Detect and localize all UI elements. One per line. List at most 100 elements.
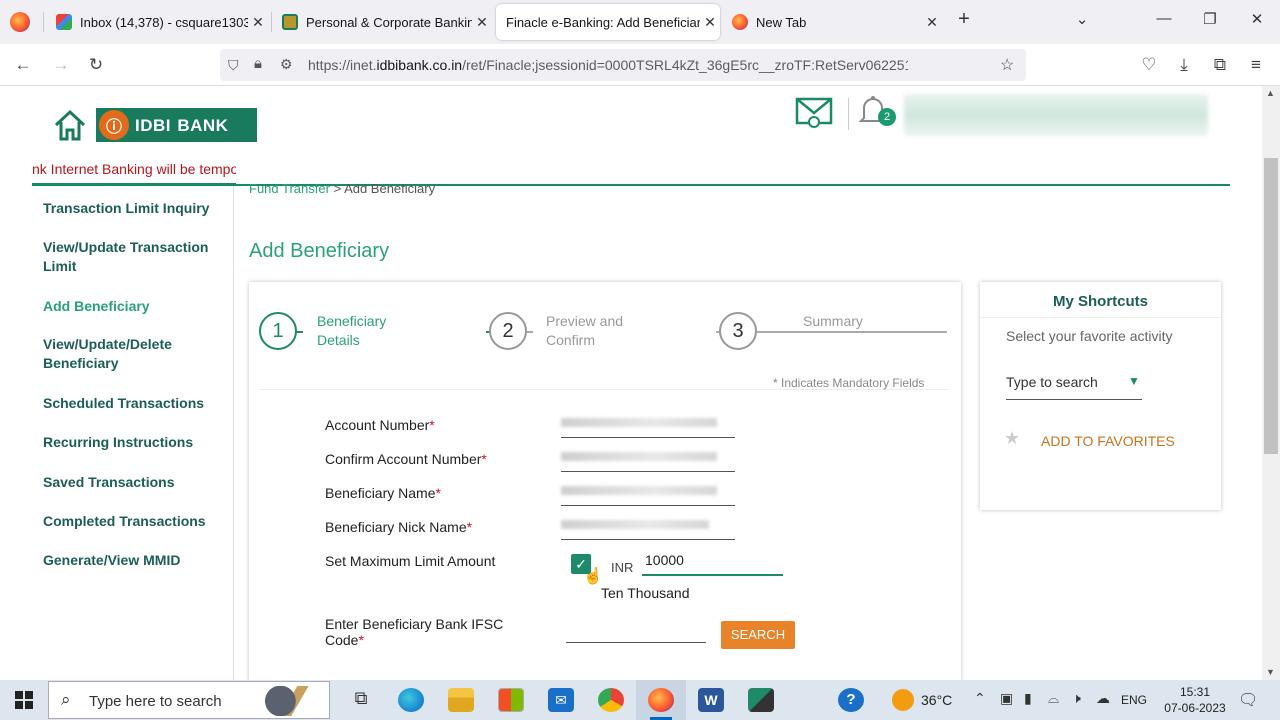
close-tab-icon[interactable]: ✕ [248, 14, 268, 31]
onedrive-icon[interactable]: ☁ [1096, 690, 1110, 707]
confirm-account-number-label: Confirm Account Number* [325, 451, 487, 467]
shortcut-search-select[interactable]: Type to search ▼ [1006, 370, 1142, 400]
window-close-icon[interactable]: ✕ [1245, 10, 1269, 28]
tab-bank[interactable]: Personal & Corporate Banking | ✕ [274, 4, 492, 40]
windows-start-icon[interactable] [15, 691, 33, 714]
taskbar-search-box[interactable]: ⌕ Type here to search [48, 681, 330, 719]
chrome-icon[interactable] [598, 688, 624, 712]
restore-icon[interactable]: ❐ [1198, 10, 1222, 28]
sidebar-item-update-transaction-limit[interactable]: View/Update Transaction Limit [43, 238, 228, 276]
volume-icon[interactable]: 🕨︎ [1072, 690, 1081, 707]
clock-date: 07-06-2023 [1164, 701, 1226, 715]
menu-hamburger-icon[interactable]: ≡ [1245, 55, 1267, 75]
notification-bell-icon[interactable]: 2 [858, 94, 898, 132]
show-hidden-icons-chevron-icon[interactable]: ⌃ [974, 690, 986, 707]
sidebar-item-completed-transactions[interactable]: Completed Transactions [43, 512, 228, 531]
page-title: Add Beneficiary [249, 240, 390, 262]
url-text: https://inet.idbibank.co.in/ret/Finacle;… [308, 57, 908, 73]
ifsc-code-field[interactable] [566, 617, 706, 643]
store-icon[interactable] [498, 688, 524, 712]
home-icon[interactable] [52, 107, 88, 148]
list-tabs-chevron-icon[interactable]: ⌄ [1070, 10, 1094, 28]
step-3-label: Summary [803, 313, 863, 329]
mail-icon[interactable] [795, 96, 833, 133]
user-info-redacted [904, 94, 1208, 136]
reload-icon[interactable]: ↻ [85, 55, 107, 75]
firefox-taskbar-icon[interactable] [648, 688, 674, 712]
sidebar-item-saved-transactions[interactable]: Saved Transactions [43, 473, 228, 492]
firefox-menu-icon[interactable] [10, 12, 30, 32]
meet-now-icon[interactable]: ▣ [1000, 690, 1013, 707]
language-indicator[interactable]: ENG [1121, 693, 1147, 707]
bookmark-star-icon[interactable]: ☆ [1000, 55, 1014, 75]
lock-icon[interactable]: 🔒︎ [254, 55, 262, 72]
sidebar-item-add-beneficiary[interactable]: Add Beneficiary [43, 297, 228, 316]
scroll-down-icon[interactable]: ▼ [1266, 667, 1275, 677]
sidebar-item-manage-beneficiary[interactable]: View/Update/Delete Beneficiary [43, 335, 228, 373]
cricket-search-highlight-icon [263, 686, 321, 716]
permissions-icon[interactable]: ⚙ [280, 56, 293, 73]
max-limit-label: Set Maximum Limit Amount [325, 553, 496, 569]
sidebar-item-scheduled-transactions[interactable]: Scheduled Transactions [43, 394, 228, 413]
nick-name-label: Beneficiary Nick Name* [325, 519, 473, 535]
close-tab-icon[interactable]: ✕ [472, 14, 492, 31]
beneficiary-name-field[interactable] [561, 480, 735, 506]
close-tab-icon[interactable]: ✕ [700, 14, 720, 31]
confirm-account-number-field[interactable] [561, 446, 735, 472]
step-2-circle: 2 [489, 312, 527, 350]
back-arrow-icon[interactable]: ← [12, 55, 34, 75]
idbi-bank-logo[interactable]: ⓘ IDBI BANK [96, 108, 257, 142]
downloads-icon[interactable]: ⤓ [1173, 55, 1195, 75]
pocket-icon[interactable]: ♡ [1138, 55, 1160, 75]
browser-nav-bar: ← → ↻ ⛉ 🔒︎ ⚙ https://inet.idbibank.co.in… [0, 44, 1280, 86]
mail-app-icon[interactable]: ✉ [548, 688, 574, 712]
app-icon[interactable] [748, 688, 774, 712]
sidebar-item-recurring-instructions[interactable]: Recurring Instructions [43, 433, 228, 452]
task-view-icon[interactable]: ⧉ [348, 688, 374, 712]
browser-tab-bar: Inbox (14,378) - csquare1303@ ✕ Personal… [0, 0, 1280, 44]
close-tab-icon[interactable]: ✕ [922, 14, 942, 31]
new-tab-plus-icon[interactable]: + [952, 8, 976, 31]
windows-taskbar: ⌕ Type here to search ⧉ ✉ W ? 36°C ⌃ ▣ ▮… [0, 680, 1280, 720]
tab-separator [43, 12, 44, 32]
add-to-favorites-link[interactable]: ADD TO FAVORITES [1041, 433, 1175, 449]
search-button[interactable]: SEARCH [721, 621, 795, 649]
firefox-icon [732, 14, 748, 30]
account-number-field[interactable] [561, 412, 735, 438]
battery-icon[interactable]: ▮ [1024, 690, 1032, 707]
currency-label: INR [611, 560, 634, 575]
tab-label: Personal & Corporate Banking | [306, 14, 472, 30]
network-icon[interactable]: ⌓ [1048, 690, 1059, 707]
tab-gmail[interactable]: Inbox (14,378) - csquare1303@ ✕ [48, 4, 268, 40]
max-limit-amount-input[interactable]: 10000 [642, 550, 783, 576]
shortcut-search-placeholder: Type to search [1006, 374, 1098, 390]
word-icon[interactable]: W [698, 688, 724, 712]
file-explorer-icon[interactable] [448, 688, 474, 712]
weather-temp[interactable]: 36°C [921, 692, 952, 708]
sidebar-menu: Transaction Limit Inquiry View/Update Tr… [32, 186, 234, 680]
extensions-icon[interactable]: ⧉ [1209, 55, 1231, 75]
clock[interactable]: 15:31 07-06-2023 [1158, 684, 1232, 716]
url-bar[interactable]: ⛉ 🔒︎ ⚙ https://inet.idbibank.co.in/ret/F… [220, 49, 1026, 81]
step-3-circle: 3 [719, 312, 757, 350]
sidebar-item-transaction-limit-inquiry[interactable]: Transaction Limit Inquiry [43, 199, 228, 218]
sidebar-item-mmid[interactable]: Generate/View MMID [43, 551, 228, 570]
tab-new[interactable]: New Tab ✕ [724, 4, 942, 40]
minimize-icon[interactable]: — [1152, 10, 1176, 27]
scroll-up-icon[interactable]: ▲ [1266, 88, 1275, 98]
nick-name-field[interactable] [561, 514, 735, 540]
shield-icon[interactable]: ⛉ [228, 57, 239, 74]
weather-sun-icon[interactable] [892, 689, 914, 711]
edge-icon[interactable] [398, 688, 424, 712]
forward-arrow-icon[interactable]: → [50, 55, 72, 75]
star-icon[interactable]: ★ [1004, 428, 1020, 449]
help-icon[interactable]: ? [838, 688, 864, 712]
dropdown-caret-icon[interactable]: ▼ [1128, 374, 1140, 388]
notification-center-icon[interactable]: 🗨︎ [1238, 690, 1258, 710]
logo-emblem-icon: ⓘ [99, 110, 129, 140]
notification-count-badge: 2 [878, 108, 896, 126]
scrollbar-thumb[interactable] [1264, 158, 1278, 454]
tab-finacle-active[interactable]: Finacle e-Banking: Add Beneficiary ✕ [496, 4, 720, 40]
tab-label: Inbox (14,378) - csquare1303@ [80, 14, 248, 30]
bank-favicon [282, 14, 298, 30]
